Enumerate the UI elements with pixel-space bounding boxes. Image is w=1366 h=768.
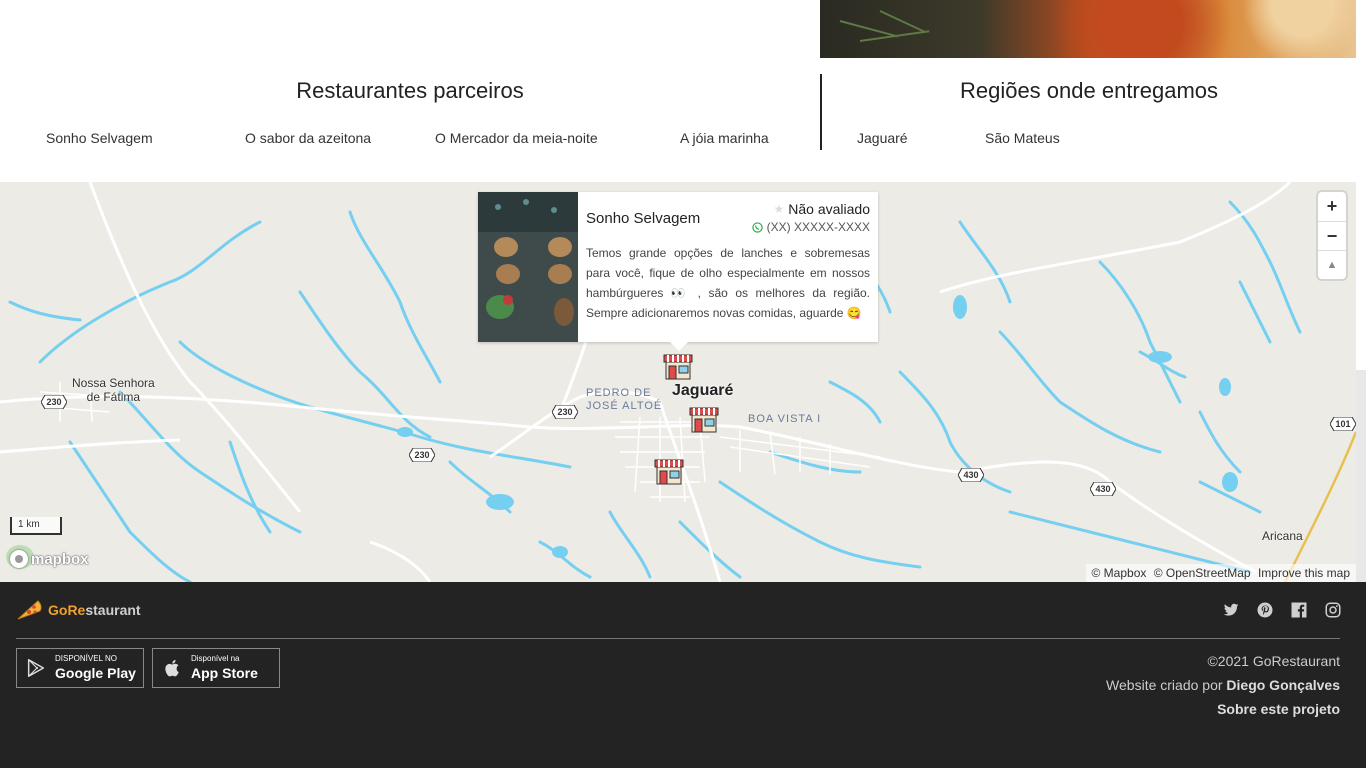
popup-rating: ★ Não avaliado	[773, 201, 871, 217]
district-label-boa-vista: BOA VISTA I	[748, 413, 822, 425]
made-by-text: Website criado por Diego Gonçalves	[1106, 677, 1340, 693]
facebook-icon[interactable]	[1290, 601, 1308, 619]
restaurant-marker-icon[interactable]	[663, 351, 693, 381]
pizza-logo-icon	[17, 600, 42, 620]
compass-button[interactable]: ▲	[1318, 250, 1346, 279]
app-store-button[interactable]: Disponível na App Store	[152, 648, 280, 688]
road-shield: 230	[41, 395, 67, 409]
popup-description: Temos grande opções de lanches e sobreme…	[586, 246, 870, 320]
footer-divider	[16, 638, 1340, 639]
footer-brand[interactable]: GoRestaurant	[16, 599, 141, 621]
road-shield: 430	[1090, 482, 1116, 496]
scrollbar-track[interactable]	[1356, 370, 1366, 582]
zoom-in-button[interactable]: +	[1318, 192, 1346, 221]
hero-food-image	[820, 0, 1356, 58]
play-store-icon	[27, 659, 45, 677]
mapbox-logo-icon	[10, 550, 28, 568]
road-shield: 230	[409, 448, 435, 462]
restaurant-marker-icon[interactable]	[689, 404, 719, 434]
whatsapp-icon	[751, 221, 763, 233]
region-link-jaguare[interactable]: Jaguaré	[857, 130, 908, 146]
partners-title: Restaurantes parceiros	[296, 78, 524, 103]
region-link-sao-mateus[interactable]: São Mateus	[985, 130, 1060, 146]
zoom-out-button[interactable]: −	[1318, 221, 1346, 250]
regions-title: Regiões onde entregamos	[959, 78, 1219, 103]
social-links	[1222, 601, 1342, 619]
restaurant-popup: Sonho Selvagem ★ Não avaliado (XX) XXXXX-…	[478, 192, 878, 351]
city-label-jaguare: Jaguaré	[672, 382, 734, 399]
improve-map-link[interactable]: Improve this map	[1258, 566, 1350, 580]
instagram-icon[interactable]	[1324, 601, 1342, 619]
road-shield: 430	[958, 468, 984, 482]
restaurant-photo	[478, 192, 578, 342]
pinterest-icon[interactable]	[1256, 601, 1274, 619]
map-scale: 1 km	[10, 517, 62, 535]
partner-link-sonho-selvagem[interactable]: Sonho Selvagem	[46, 130, 153, 146]
place-label-aricana: Aricana	[1262, 529, 1303, 543]
popup-phone[interactable]: (XX) XXXXX-XXXX	[751, 220, 870, 234]
apple-icon	[165, 659, 179, 677]
copyright-text: ©2021 GoRestaurant	[1207, 653, 1340, 669]
restaurant-marker-icon[interactable]	[654, 456, 684, 486]
author-link[interactable]: Diego Gonçalves	[1226, 677, 1340, 693]
district-label-pedro: PEDRO DE JOSÉ ALTOÉ	[586, 387, 663, 412]
attribution-osm-link[interactable]: © OpenStreetMap	[1154, 566, 1251, 580]
compass-icon: ▲	[1326, 259, 1338, 271]
map-navigation-control: + − ▲	[1318, 192, 1346, 279]
road-shield: 101	[1330, 417, 1356, 431]
partner-link-joia-marinha[interactable]: A jóia marinha	[680, 130, 769, 146]
partner-link-sabor-azeitona[interactable]: O sabor da azeitona	[245, 130, 371, 146]
map-attribution: © Mapbox © OpenStreetMap Improve this ma…	[1085, 564, 1356, 582]
google-play-button[interactable]: DISPONÍVEL NO Google Play	[16, 648, 144, 688]
star-icon: ★	[773, 202, 785, 216]
mapbox-logo[interactable]: mapbox	[10, 550, 89, 568]
popup-restaurant-name: Sonho Selvagem	[586, 210, 701, 227]
about-project-link[interactable]: Sobre este projeto	[1217, 701, 1340, 717]
footer: GoRestaurant DISPONÍVEL NO Google Play Di…	[0, 582, 1366, 768]
road-shield: 230	[552, 405, 578, 419]
place-label-nossa-senhora: Nossa Senhora de Fátima	[72, 376, 155, 404]
partner-link-mercador[interactable]: O Mercador da meia-noite	[435, 130, 598, 146]
twitter-icon[interactable]	[1222, 601, 1240, 619]
attribution-mapbox-link[interactable]: © Mapbox	[1092, 566, 1147, 580]
